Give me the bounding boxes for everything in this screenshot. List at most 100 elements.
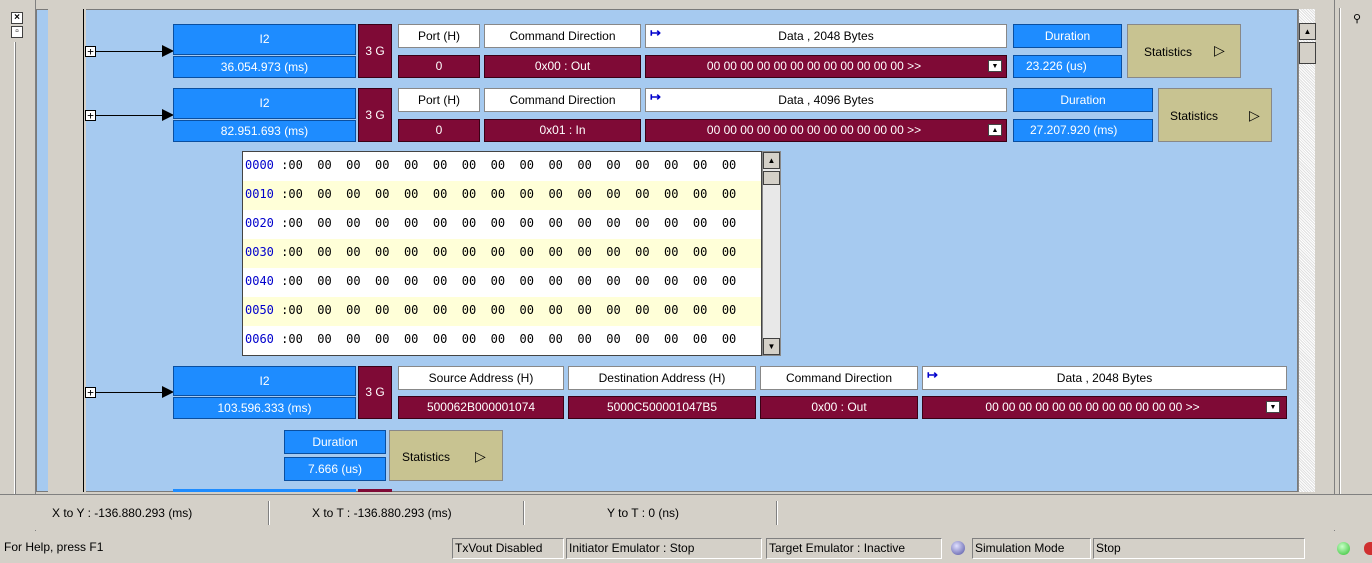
hex-row: 0060 :00 00 00 00 00 00 00 00 00 00 00 0… bbox=[243, 326, 761, 355]
status-ok-icon bbox=[1337, 542, 1350, 555]
scroll-down-icon[interactable]: ▼ bbox=[763, 338, 780, 355]
statistics-label: Statistics bbox=[1170, 109, 1219, 123]
expand-toggle[interactable]: + bbox=[85, 46, 96, 57]
hex-bytes: :00 00 00 00 00 00 00 00 00 00 00 00 00 … bbox=[273, 274, 737, 288]
pin-icon[interactable]: ⚲ bbox=[1353, 12, 1367, 25]
packet-type-label[interactable]: I2 bbox=[173, 24, 356, 55]
chevron-down-icon[interactable]: ▼ bbox=[1266, 401, 1280, 413]
hex-row: 0030 :00 00 00 00 00 00 00 00 00 00 00 0… bbox=[243, 239, 761, 269]
speed-badge: 3 G bbox=[358, 88, 392, 142]
run-state-status: Stop bbox=[1093, 538, 1305, 559]
dock-grip[interactable] bbox=[14, 42, 16, 522]
statistics-button[interactable]: Statistics ▷ bbox=[389, 430, 503, 481]
chevron-up-icon[interactable]: ▲ bbox=[988, 124, 1002, 136]
duration-header: Duration bbox=[284, 430, 386, 454]
port-value[interactable]: 0 bbox=[398, 119, 480, 142]
scroll-up-icon[interactable]: ▲ bbox=[1299, 23, 1316, 40]
chevron-down-icon[interactable]: ▼ bbox=[988, 60, 1002, 72]
dock-grip-right[interactable] bbox=[1339, 8, 1341, 523]
data-header-label: Data , 4096 Bytes bbox=[778, 93, 874, 107]
scroll-thumb[interactable] bbox=[1299, 42, 1316, 64]
x-to-t-readout: X to T : -136.880.293 (ms) bbox=[312, 506, 452, 520]
statistics-button[interactable]: Statistics ▷ bbox=[1127, 24, 1241, 78]
hex-row: 0050 :00 00 00 00 00 00 00 00 00 00 00 0… bbox=[243, 297, 761, 327]
y-to-t-readout: Y to T : 0 (ns) bbox=[607, 506, 680, 520]
expand-toggle[interactable]: + bbox=[85, 387, 96, 398]
divider bbox=[776, 501, 778, 525]
packet-timestamp[interactable]: 82.951.693 (ms) bbox=[173, 120, 356, 142]
packet-type-label[interactable]: I2 bbox=[173, 88, 356, 119]
hex-bytes: :00 00 00 00 00 00 00 00 00 00 00 00 00 … bbox=[273, 216, 737, 230]
data-value[interactable]: 00 00 00 00 00 00 00 00 00 00 00 00 >> bbox=[922, 396, 1287, 419]
data-value[interactable]: 00 00 00 00 00 00 00 00 00 00 00 00 >> bbox=[645, 119, 1007, 142]
duration-value[interactable]: 23.226 (us) bbox=[1013, 55, 1122, 78]
data-header-label: Data , 2048 Bytes bbox=[778, 29, 874, 43]
left-dock-strip: × ▫ bbox=[0, 0, 36, 531]
statistics-button[interactable]: Statistics ▷ bbox=[1158, 88, 1272, 142]
divider bbox=[268, 501, 270, 525]
data-icon: ↦ bbox=[927, 367, 938, 382]
hex-address: 0000 bbox=[245, 158, 274, 172]
command-direction-header: Command Direction bbox=[484, 24, 641, 48]
command-direction-header: Command Direction bbox=[484, 88, 641, 112]
target-status: Target Emulator : Inactive bbox=[766, 538, 942, 559]
hex-bytes: :00 00 00 00 00 00 00 00 00 00 00 00 00 … bbox=[273, 303, 737, 317]
txvout-status: TxVout Disabled bbox=[452, 538, 564, 559]
play-icon: ▷ bbox=[1214, 42, 1225, 58]
command-direction-header: Command Direction bbox=[760, 366, 918, 390]
status-alert-icon bbox=[1364, 542, 1372, 555]
close-icon[interactable]: × bbox=[11, 12, 23, 24]
scroll-thumb[interactable] bbox=[763, 171, 780, 185]
next-packet-peek-speed bbox=[358, 489, 392, 492]
command-direction-value[interactable]: 0x00 : Out bbox=[484, 55, 641, 78]
x-to-y-readout: X to Y : -136.880.293 (ms) bbox=[52, 506, 193, 520]
hex-dump-panel[interactable]: 0000 :00 00 00 00 00 00 00 00 00 00 00 0… bbox=[242, 151, 762, 356]
measurement-bar: X to Y : -136.880.293 (ms) X to T : -136… bbox=[0, 494, 1372, 530]
hex-row: 0040 :00 00 00 00 00 00 00 00 00 00 00 0… bbox=[243, 268, 761, 298]
speed-badge: 3 G bbox=[358, 366, 392, 419]
port-value[interactable]: 0 bbox=[398, 55, 480, 78]
destination-address-header: Destination Address (H) bbox=[568, 366, 756, 390]
tree-line bbox=[83, 9, 84, 492]
hex-row: 0010 :00 00 00 00 00 00 00 00 00 00 00 0… bbox=[243, 181, 761, 211]
port-header: Port (H) bbox=[398, 88, 480, 112]
hex-address: 0030 bbox=[245, 245, 274, 259]
hex-bytes: :00 00 00 00 00 00 00 00 00 00 00 00 00 … bbox=[273, 332, 737, 346]
expand-toggle[interactable]: + bbox=[85, 110, 96, 121]
hex-row: 0020 :00 00 00 00 00 00 00 00 00 00 00 0… bbox=[243, 210, 761, 240]
trace-scrollbar[interactable]: ▲ bbox=[1298, 9, 1316, 492]
next-packet-peek bbox=[173, 489, 356, 492]
hex-row: 0000 :00 00 00 00 00 00 00 00 00 00 00 0… bbox=[243, 152, 761, 182]
destination-address-value[interactable]: 5000C500001047B5 bbox=[568, 396, 756, 419]
packet-timestamp[interactable]: 103.596.333 (ms) bbox=[173, 397, 356, 419]
packet-timestamp[interactable]: 36.054.973 (ms) bbox=[173, 56, 356, 78]
duration-value[interactable]: 27.207.920 (ms) bbox=[1013, 119, 1153, 142]
help-text: For Help, press F1 bbox=[4, 540, 104, 554]
scroll-up-icon[interactable]: ▲ bbox=[763, 152, 780, 169]
hex-address: 0020 bbox=[245, 216, 274, 230]
hex-bytes: :00 00 00 00 00 00 00 00 00 00 00 00 00 … bbox=[273, 245, 737, 259]
hex-bytes: :00 00 00 00 00 00 00 00 00 00 00 00 00 … bbox=[273, 158, 737, 172]
tree-connector bbox=[96, 51, 162, 52]
data-header-label: Data , 2048 Bytes bbox=[1056, 371, 1153, 385]
data-icon: ↦ bbox=[650, 25, 661, 40]
restore-icon[interactable]: ▫ bbox=[11, 26, 23, 38]
tree-gutter bbox=[48, 9, 86, 492]
play-icon: ▷ bbox=[475, 448, 486, 464]
packet-type-label[interactable]: I2 bbox=[173, 366, 356, 396]
hex-scrollbar[interactable]: ▲ ▼ bbox=[762, 151, 781, 356]
command-direction-value[interactable]: 0x01 : In bbox=[484, 119, 641, 142]
simulation-mode-status: Simulation Mode bbox=[972, 538, 1091, 559]
right-dock-strip: ⚲ bbox=[1334, 0, 1372, 531]
scroll-track[interactable] bbox=[1299, 9, 1315, 492]
data-header: ↦ Data , 2048 Bytes bbox=[922, 366, 1287, 390]
hex-address: 0010 bbox=[245, 187, 274, 201]
data-value[interactable]: 00 00 00 00 00 00 00 00 00 00 00 00 >> bbox=[645, 55, 1007, 78]
data-header: ↦ Data , 4096 Bytes bbox=[645, 88, 1007, 112]
target-emulator-icon bbox=[951, 541, 965, 555]
hex-address: 0040 bbox=[245, 274, 274, 288]
command-direction-value[interactable]: 0x00 : Out bbox=[760, 396, 918, 419]
source-address-value[interactable]: 500062B000001074 bbox=[398, 396, 564, 419]
duration-value[interactable]: 7.666 (us) bbox=[284, 457, 386, 481]
play-icon: ▷ bbox=[1249, 107, 1260, 123]
